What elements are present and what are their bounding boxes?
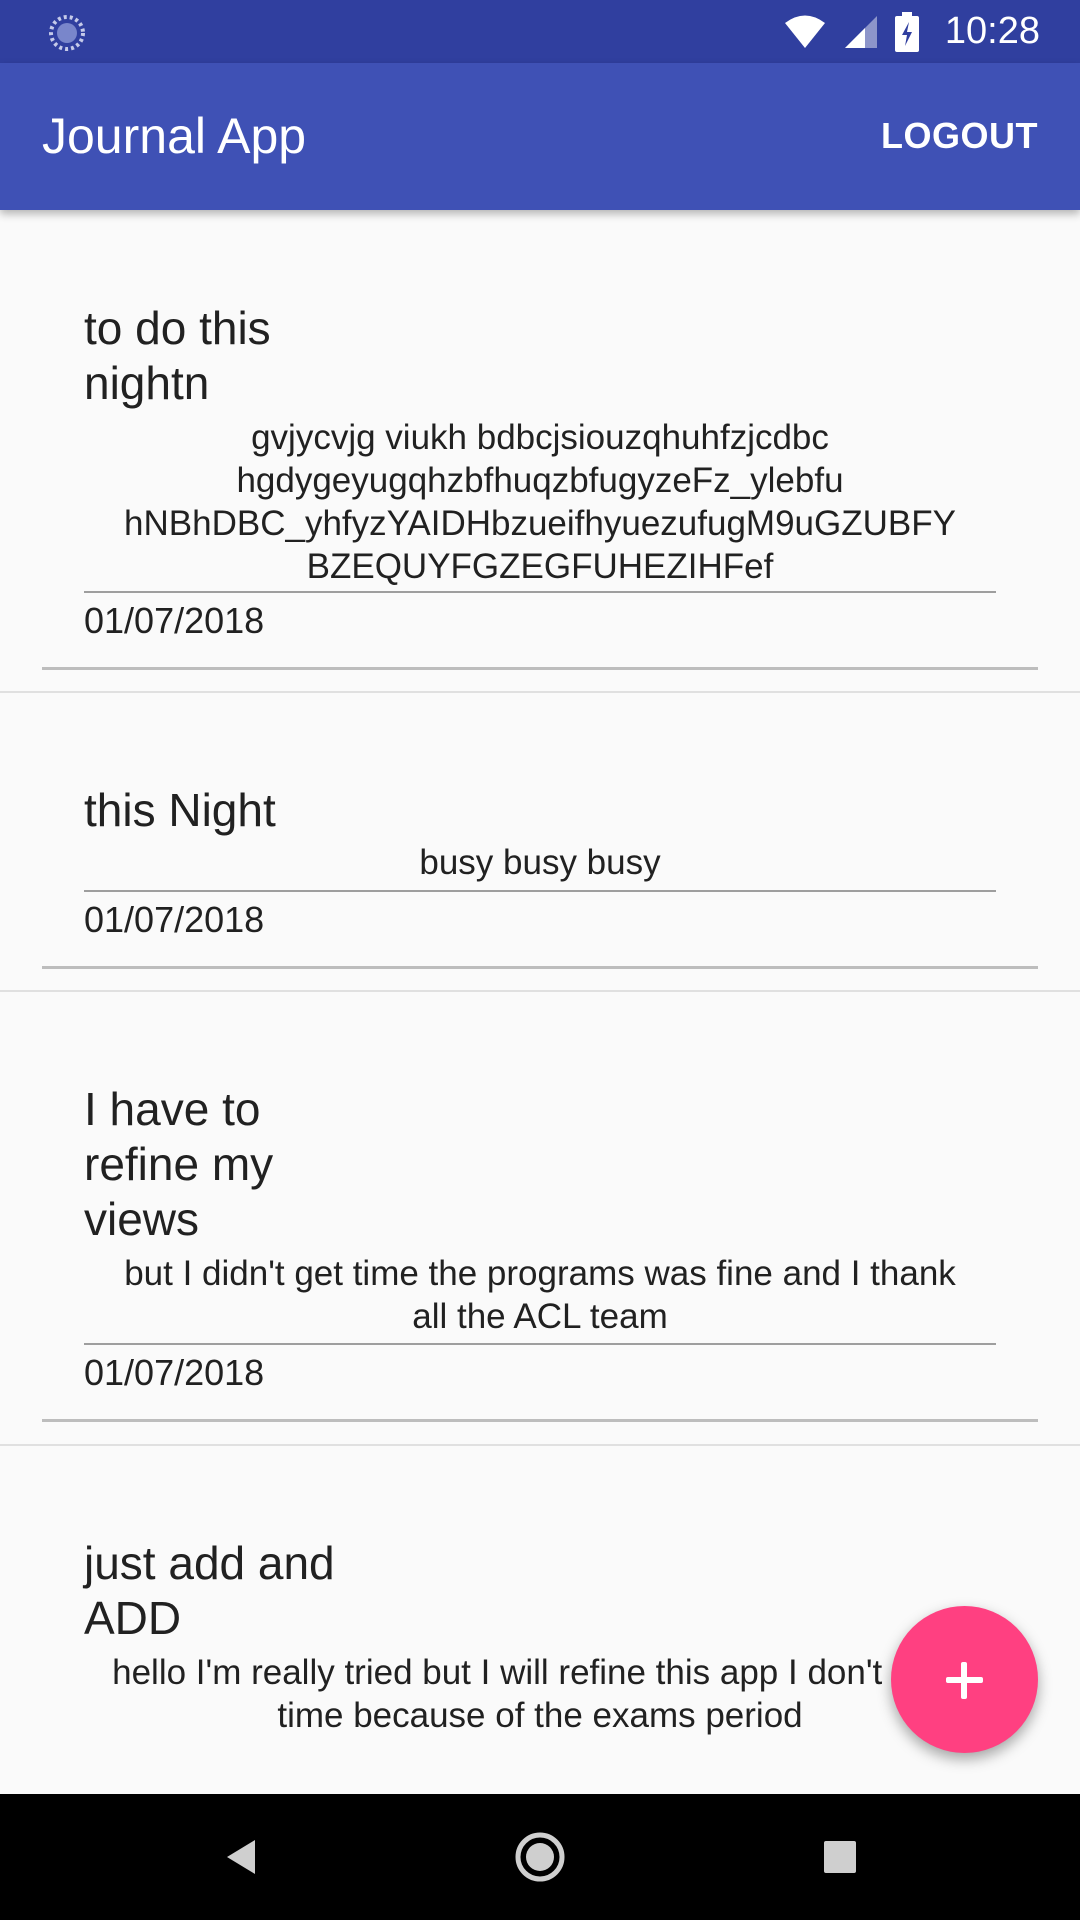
entry-body: gvjycvjg viukh bdbcjsiouzqhuhfzjcdbc hgd…	[124, 418, 956, 586]
cellular-signal-icon	[844, 15, 877, 48]
entry-date: 01/07/2018	[84, 899, 265, 940]
journal-entry-list[interactable]: to do this nightn gvjycvjg viukh bdbcjsi…	[0, 210, 1080, 1794]
entry-body: busy busy busy	[419, 843, 661, 882]
app-bar: Journal App LOGOUT	[0, 63, 1080, 210]
entry-body: but I didn't get time the programs was f…	[124, 1254, 956, 1336]
entry-title: to do this nightn	[84, 302, 271, 409]
entry-bottom-line	[42, 667, 1038, 670]
entry-body-underline	[84, 591, 996, 593]
entry-body-underline	[84, 890, 996, 892]
status-icons: 10:28	[783, 0, 1040, 63]
logout-button[interactable]: LOGOUT	[871, 111, 1048, 161]
journal-entry-card[interactable]: this Night busy busy busy 01/07/2018	[0, 693, 1080, 992]
entry-body-underline	[84, 1343, 996, 1345]
loading-indicator-icon	[49, 15, 85, 51]
wifi-icon	[784, 15, 825, 48]
status-time: 10:28	[944, 10, 1040, 52]
system-nav-bar	[0, 1794, 1080, 1920]
journal-entry-card[interactable]: to do this nightn gvjycvjg viukh bdbcjsi…	[0, 210, 1080, 692]
app-title: Journal App	[42, 108, 307, 164]
entry-bottom-line	[42, 966, 1038, 969]
battery-charging-icon	[894, 11, 919, 52]
status-bar: 10:28	[0, 0, 1080, 63]
recents-icon[interactable]	[805, 1822, 875, 1892]
add-entry-button[interactable]	[891, 1606, 1038, 1753]
entry-body: hello I'm really tried but I will refine…	[112, 1653, 968, 1735]
entry-title: I have to refine my views	[84, 1083, 274, 1245]
journal-entry-card[interactable]: just add and ADD hello I'm really tried …	[0, 1446, 1080, 1794]
entry-date: 01/07/2018	[84, 1352, 265, 1393]
entry-title: this Night	[84, 784, 276, 836]
entry-date: 01/07/2018	[84, 600, 265, 641]
journal-entry-card[interactable]: I have to refine my views but I didn't g…	[0, 992, 1080, 1443]
entry-title: just add and ADD	[84, 1537, 335, 1644]
home-icon[interactable]	[505, 1822, 575, 1892]
back-icon[interactable]	[205, 1822, 275, 1892]
entry-bottom-line	[42, 1419, 1038, 1422]
